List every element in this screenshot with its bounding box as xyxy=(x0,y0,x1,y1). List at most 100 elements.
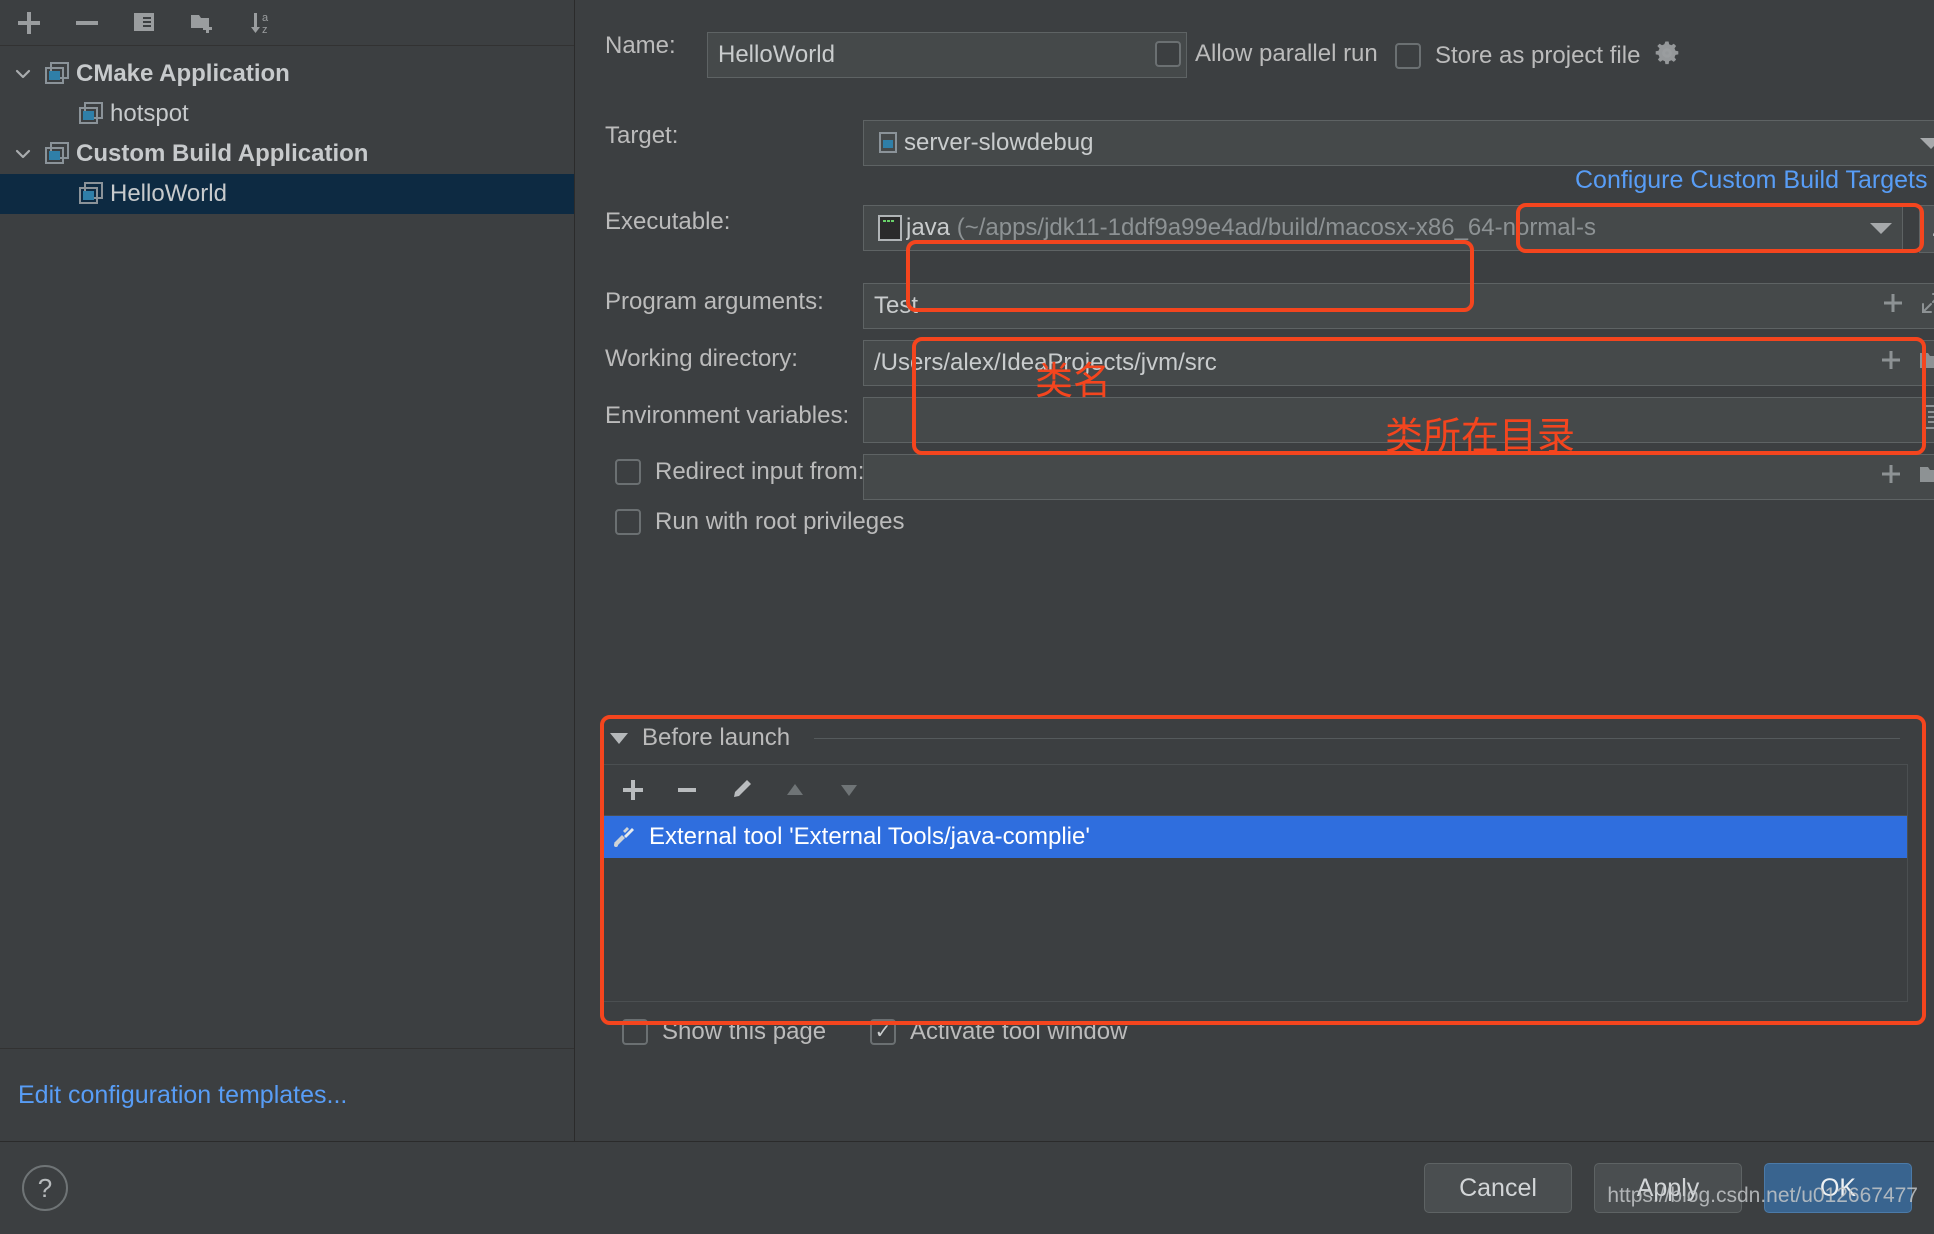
configuration-type-icon xyxy=(40,62,74,86)
checkbox-box[interactable] xyxy=(1395,42,1421,69)
edit-task-pencil-icon[interactable] xyxy=(721,770,761,810)
checkbox-box[interactable] xyxy=(1155,41,1181,67)
name-input-value: HelloWorld xyxy=(718,41,835,68)
new-folder-icon[interactable] xyxy=(182,3,224,43)
list-item-label: External tool 'External Tools/java-compl… xyxy=(649,823,1090,850)
section-divider xyxy=(814,737,1900,739)
cancel-button[interactable]: Cancel xyxy=(1424,1163,1572,1213)
checkbox-box[interactable] xyxy=(622,1019,648,1045)
configurations-sidebar: a z CMake Application hotspot Custom Bui… xyxy=(0,0,575,1141)
before-launch-title: Before launch xyxy=(642,724,791,751)
target-dropdown-arrow[interactable] xyxy=(1910,137,1934,149)
browse-folder-icon[interactable] xyxy=(1918,463,1934,492)
target-row: Target: xyxy=(605,122,678,150)
configuration-type-icon xyxy=(40,142,74,166)
show-this-page-checkbox[interactable]: Show this page xyxy=(622,1018,826,1046)
before-launch-panel: External tool 'External Tools/java-compl… xyxy=(600,764,1908,1002)
working-directory-input[interactable]: /Users/alex/IdeaProjects/jvm/src xyxy=(863,340,1934,386)
sidebar-footer: Edit configuration templates... xyxy=(0,1048,574,1141)
move-task-down-button[interactable] xyxy=(829,770,869,810)
sort-az-icon[interactable]: a z xyxy=(240,3,282,43)
checkbox-box[interactable] xyxy=(615,459,641,485)
redirect-input-checkbox[interactable]: Redirect input from: xyxy=(615,458,864,486)
program-arguments-field-icons xyxy=(1872,291,1934,322)
target-label: Target: xyxy=(605,122,679,149)
add-task-button[interactable] xyxy=(613,770,653,810)
working-directory-label: Working directory: xyxy=(605,345,798,372)
program-arguments-input[interactable]: Test xyxy=(863,283,1934,329)
activate-tool-window-checkbox[interactable]: ✓ Activate tool window xyxy=(870,1018,1127,1046)
macro-plus-icon[interactable] xyxy=(1882,292,1904,321)
expand-editor-icon[interactable] xyxy=(1920,291,1934,322)
browse-folder-icon[interactable] xyxy=(1918,349,1934,378)
executable-combobox[interactable]: java (~/apps/jdk11-1ddf9a99e4ad/build/ma… xyxy=(863,205,1903,251)
program-arguments-label: Program arguments: xyxy=(605,288,824,315)
help-button[interactable]: ? xyxy=(22,1165,68,1211)
external-tool-icon xyxy=(611,825,637,849)
target-combobox[interactable]: server-slowdebug xyxy=(863,120,1934,166)
chevron-down-icon[interactable] xyxy=(610,732,628,744)
before-launch-task-list[interactable]: External tool 'External Tools/java-compl… xyxy=(601,816,1907,1001)
remove-task-button[interactable] xyxy=(667,770,707,810)
target-value: server-slowdebug xyxy=(904,129,1094,156)
edit-configuration-templates-link[interactable]: Edit configuration templates... xyxy=(18,1081,347,1110)
annotation-class-directory: 类所在目录 xyxy=(1385,416,1576,458)
remove-configuration-button[interactable] xyxy=(66,3,108,43)
name-label: Name: xyxy=(605,32,676,59)
store-as-project-file-checkbox[interactable]: Store as project file xyxy=(1395,40,1680,71)
macro-plus-icon[interactable] xyxy=(1880,463,1902,492)
chevron-down-icon[interactable] xyxy=(1920,137,1934,149)
gear-icon[interactable] xyxy=(1654,40,1680,71)
executable-browse-button[interactable]: ... xyxy=(1919,205,1934,253)
tree-row[interactable]: CMake Application xyxy=(0,54,574,94)
sidebar-toolbar: a z xyxy=(0,0,574,46)
redirect-input-field[interactable] xyxy=(863,454,1934,500)
annotation-class-name: 类名 xyxy=(1035,361,1112,403)
edit-env-list-icon[interactable] xyxy=(1920,404,1934,437)
tree-item-label: HelloWorld xyxy=(110,180,227,207)
configuration-type-icon xyxy=(74,102,108,126)
copy-icon[interactable] xyxy=(124,3,166,43)
run-with-root-privileges-label: Run with root privileges xyxy=(655,508,905,535)
executable-dropdown-arrow[interactable] xyxy=(1860,222,1892,234)
environment-variables-row: Environment variables: xyxy=(605,402,849,430)
tree-row[interactable]: hotspot xyxy=(0,94,574,134)
show-this-page-label: Show this page xyxy=(662,1018,827,1045)
macro-plus-icon[interactable] xyxy=(1880,349,1902,378)
allow-parallel-run-checkbox[interactable]: Allow parallel run xyxy=(1155,40,1378,68)
configure-custom-build-targets-link[interactable]: Configure Custom Build Targets xyxy=(1575,166,1928,195)
watermark: https://blog.csdn.net/u012667477 xyxy=(1607,1184,1918,1207)
checkbox-box[interactable]: ✓ xyxy=(870,1019,896,1045)
run-with-root-privileges-checkbox[interactable]: Run with root privileges xyxy=(615,508,904,536)
name-row: Name: xyxy=(605,32,709,60)
configurations-tree[interactable]: CMake Application hotspot Custom Build A… xyxy=(0,46,574,1048)
target-icon xyxy=(874,132,904,154)
tree-row[interactable]: Custom Build Application xyxy=(0,134,574,174)
chevron-down-icon[interactable] xyxy=(1870,222,1892,234)
working-directory-row: Working directory: xyxy=(605,345,798,373)
configuration-type-icon xyxy=(74,182,108,206)
check-icon: ✓ xyxy=(874,1021,892,1043)
activate-tool-window-label: Activate tool window xyxy=(910,1018,1128,1045)
svg-text:z: z xyxy=(262,24,268,36)
program-arguments-row: Program arguments: xyxy=(605,288,824,316)
dialog-footer: ? Cancel Apply OK https://blog.csdn.net/… xyxy=(0,1141,1934,1234)
svg-text:a: a xyxy=(262,12,269,24)
tree-row-helloworld[interactable]: HelloWorld xyxy=(0,174,574,214)
before-launch-toolbar xyxy=(601,765,1907,816)
chevron-down-icon[interactable] xyxy=(6,64,40,84)
name-input[interactable]: HelloWorld xyxy=(707,32,1187,78)
move-task-up-button[interactable] xyxy=(775,770,815,810)
before-launch-section: Before launch External tool 'External To… xyxy=(600,718,1908,1008)
program-arguments-value: Test xyxy=(874,292,919,319)
add-configuration-button[interactable] xyxy=(8,3,50,43)
chevron-down-icon[interactable] xyxy=(6,144,40,164)
executable-label: Executable: xyxy=(605,208,731,235)
environment-variables-label: Environment variables: xyxy=(605,402,850,429)
tree-item-label: CMake Application xyxy=(76,60,290,87)
list-item[interactable]: External tool 'External Tools/java-compl… xyxy=(601,816,1907,858)
checkbox-box[interactable] xyxy=(615,509,641,535)
allow-parallel-run-label: Allow parallel run xyxy=(1195,40,1378,67)
executable-value: java (~/apps/jdk11-1ddf9a99e4ad/build/ma… xyxy=(906,214,1596,241)
store-as-project-file-label: Store as project file xyxy=(1435,41,1641,69)
